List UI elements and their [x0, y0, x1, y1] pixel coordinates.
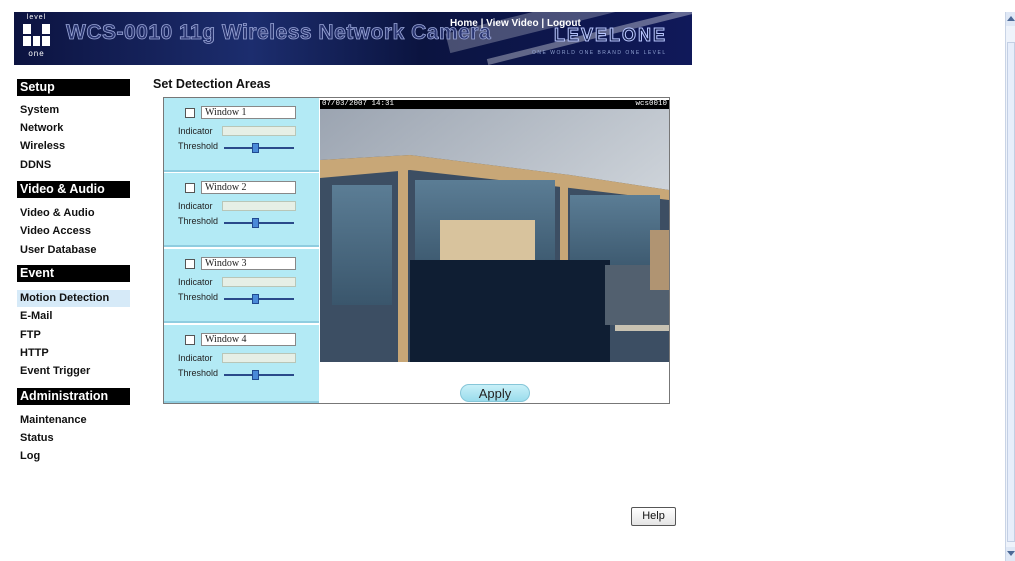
apply-button[interactable]: Apply — [460, 384, 530, 402]
logo-grid — [23, 24, 50, 46]
window-3-threshold-handle[interactable] — [252, 294, 259, 304]
threshold-label: Threshold — [178, 292, 219, 302]
window-2-checkbox[interactable] — [185, 183, 195, 193]
sidebar-item-log[interactable]: Log — [17, 448, 130, 465]
window-4-indicator-bar — [222, 353, 296, 363]
detection-area-frame: Window 1 Indicator Threshold Window 2 In… — [163, 97, 670, 404]
section-video-audio: Video & Audio — [17, 181, 130, 198]
sidebar-item-wireless[interactable]: Wireless — [17, 138, 130, 155]
threshold-label: Threshold — [178, 368, 219, 378]
sidebar-item-http[interactable]: HTTP — [17, 345, 130, 362]
window-panel: Window 1 Indicator Threshold — [164, 98, 319, 172]
window-3-indicator-bar — [222, 277, 296, 287]
vertical-scrollbar[interactable] — [1005, 12, 1015, 561]
scroll-down-button[interactable] — [1006, 547, 1015, 561]
indicator-label: Indicator — [178, 201, 213, 211]
scroll-up-button[interactable] — [1006, 12, 1015, 26]
threshold-label: Threshold — [178, 141, 219, 151]
sidebar-item-ddns[interactable]: DDNS — [17, 157, 130, 174]
product-title: WCS-0010 11g Wireless Network Camera — [66, 21, 492, 45]
nav-home-link[interactable]: Home — [450, 18, 478, 29]
chevron-up-icon — [1007, 16, 1015, 21]
indicator-label: Indicator — [178, 277, 213, 287]
sidebar-item-email[interactable]: E-Mail — [17, 308, 130, 325]
sidebar-item-maintenance[interactable]: Maintenance — [17, 412, 130, 429]
window-panel: Window 2 Indicator Threshold — [164, 173, 319, 247]
camera-overlay-bar: 07/03/2007 14:31 wcs0010 — [320, 100, 669, 109]
indicator-label: Indicator — [178, 353, 213, 363]
camera-image — [320, 100, 669, 362]
top-nav: Home | View Video | Logout — [450, 18, 581, 29]
section-setup: Setup — [17, 79, 130, 96]
section-administration: Administration — [17, 388, 130, 405]
header-banner: level one WCS-0010 11g Wireless Network … — [14, 12, 692, 65]
window-2-name-field[interactable]: Window 2 — [201, 181, 296, 194]
camera-id: wcs0010 — [635, 100, 667, 108]
page-title: Set Detection Areas — [153, 77, 271, 91]
sidebar-item-system[interactable]: System — [17, 102, 130, 119]
window-1-indicator-bar — [222, 126, 296, 136]
window-3-threshold-slider[interactable] — [224, 298, 294, 300]
window-3-name-field[interactable]: Window 3 — [201, 257, 296, 270]
logo-bottom-text: one — [28, 49, 45, 58]
sidebar-item-video-access[interactable]: Video Access — [17, 223, 130, 240]
indicator-label: Indicator — [178, 126, 213, 136]
window-2-threshold-handle[interactable] — [252, 218, 259, 228]
scroll-thumb[interactable] — [1007, 42, 1015, 542]
section-event: Event — [17, 265, 130, 282]
window-1-name-field[interactable]: Window 1 — [201, 106, 296, 119]
window-1-checkbox[interactable] — [185, 108, 195, 118]
nav-view-video-link[interactable]: View Video — [486, 18, 538, 29]
window-4-threshold-slider[interactable] — [224, 374, 294, 376]
window-3-checkbox[interactable] — [185, 259, 195, 269]
logo-top-text: level — [26, 14, 47, 21]
window-4-name-field[interactable]: Window 4 — [201, 333, 296, 346]
camera-live-view[interactable]: 07/03/2007 14:31 wcs0010 — [320, 100, 669, 362]
help-button[interactable]: Help — [631, 507, 676, 526]
sidebar-item-event-trigger[interactable]: Event Trigger — [17, 363, 130, 380]
chevron-down-icon — [1007, 551, 1015, 556]
sidebar-item-user-database[interactable]: User Database — [17, 242, 130, 259]
levelone-logo: level one — [20, 14, 53, 62]
window-4-threshold-handle[interactable] — [252, 370, 259, 380]
threshold-label: Threshold — [178, 216, 219, 226]
sidebar-item-motion-detection[interactable]: Motion Detection — [17, 290, 130, 307]
window-1-threshold-slider[interactable] — [224, 147, 294, 149]
nav-logout-link[interactable]: Logout — [547, 18, 581, 29]
window-2-threshold-slider[interactable] — [224, 222, 294, 224]
camera-timestamp: 07/03/2007 14:31 — [322, 100, 395, 108]
sidebar-item-ftp[interactable]: FTP — [17, 327, 130, 344]
sidebar-item-network[interactable]: Network — [17, 120, 130, 137]
window-panel: Window 4 Indicator Threshold — [164, 325, 319, 403]
sidebar-item-video-audio[interactable]: Video & Audio — [17, 205, 130, 222]
window-1-threshold-handle[interactable] — [252, 143, 259, 153]
sidebar-item-status[interactable]: Status — [17, 430, 130, 447]
window-2-indicator-bar — [222, 201, 296, 211]
brand-tagline: ONE WORLD ONE BRAND ONE LEVEL — [532, 50, 667, 56]
window-panel: Window 3 Indicator Threshold — [164, 249, 319, 323]
window-4-checkbox[interactable] — [185, 335, 195, 345]
